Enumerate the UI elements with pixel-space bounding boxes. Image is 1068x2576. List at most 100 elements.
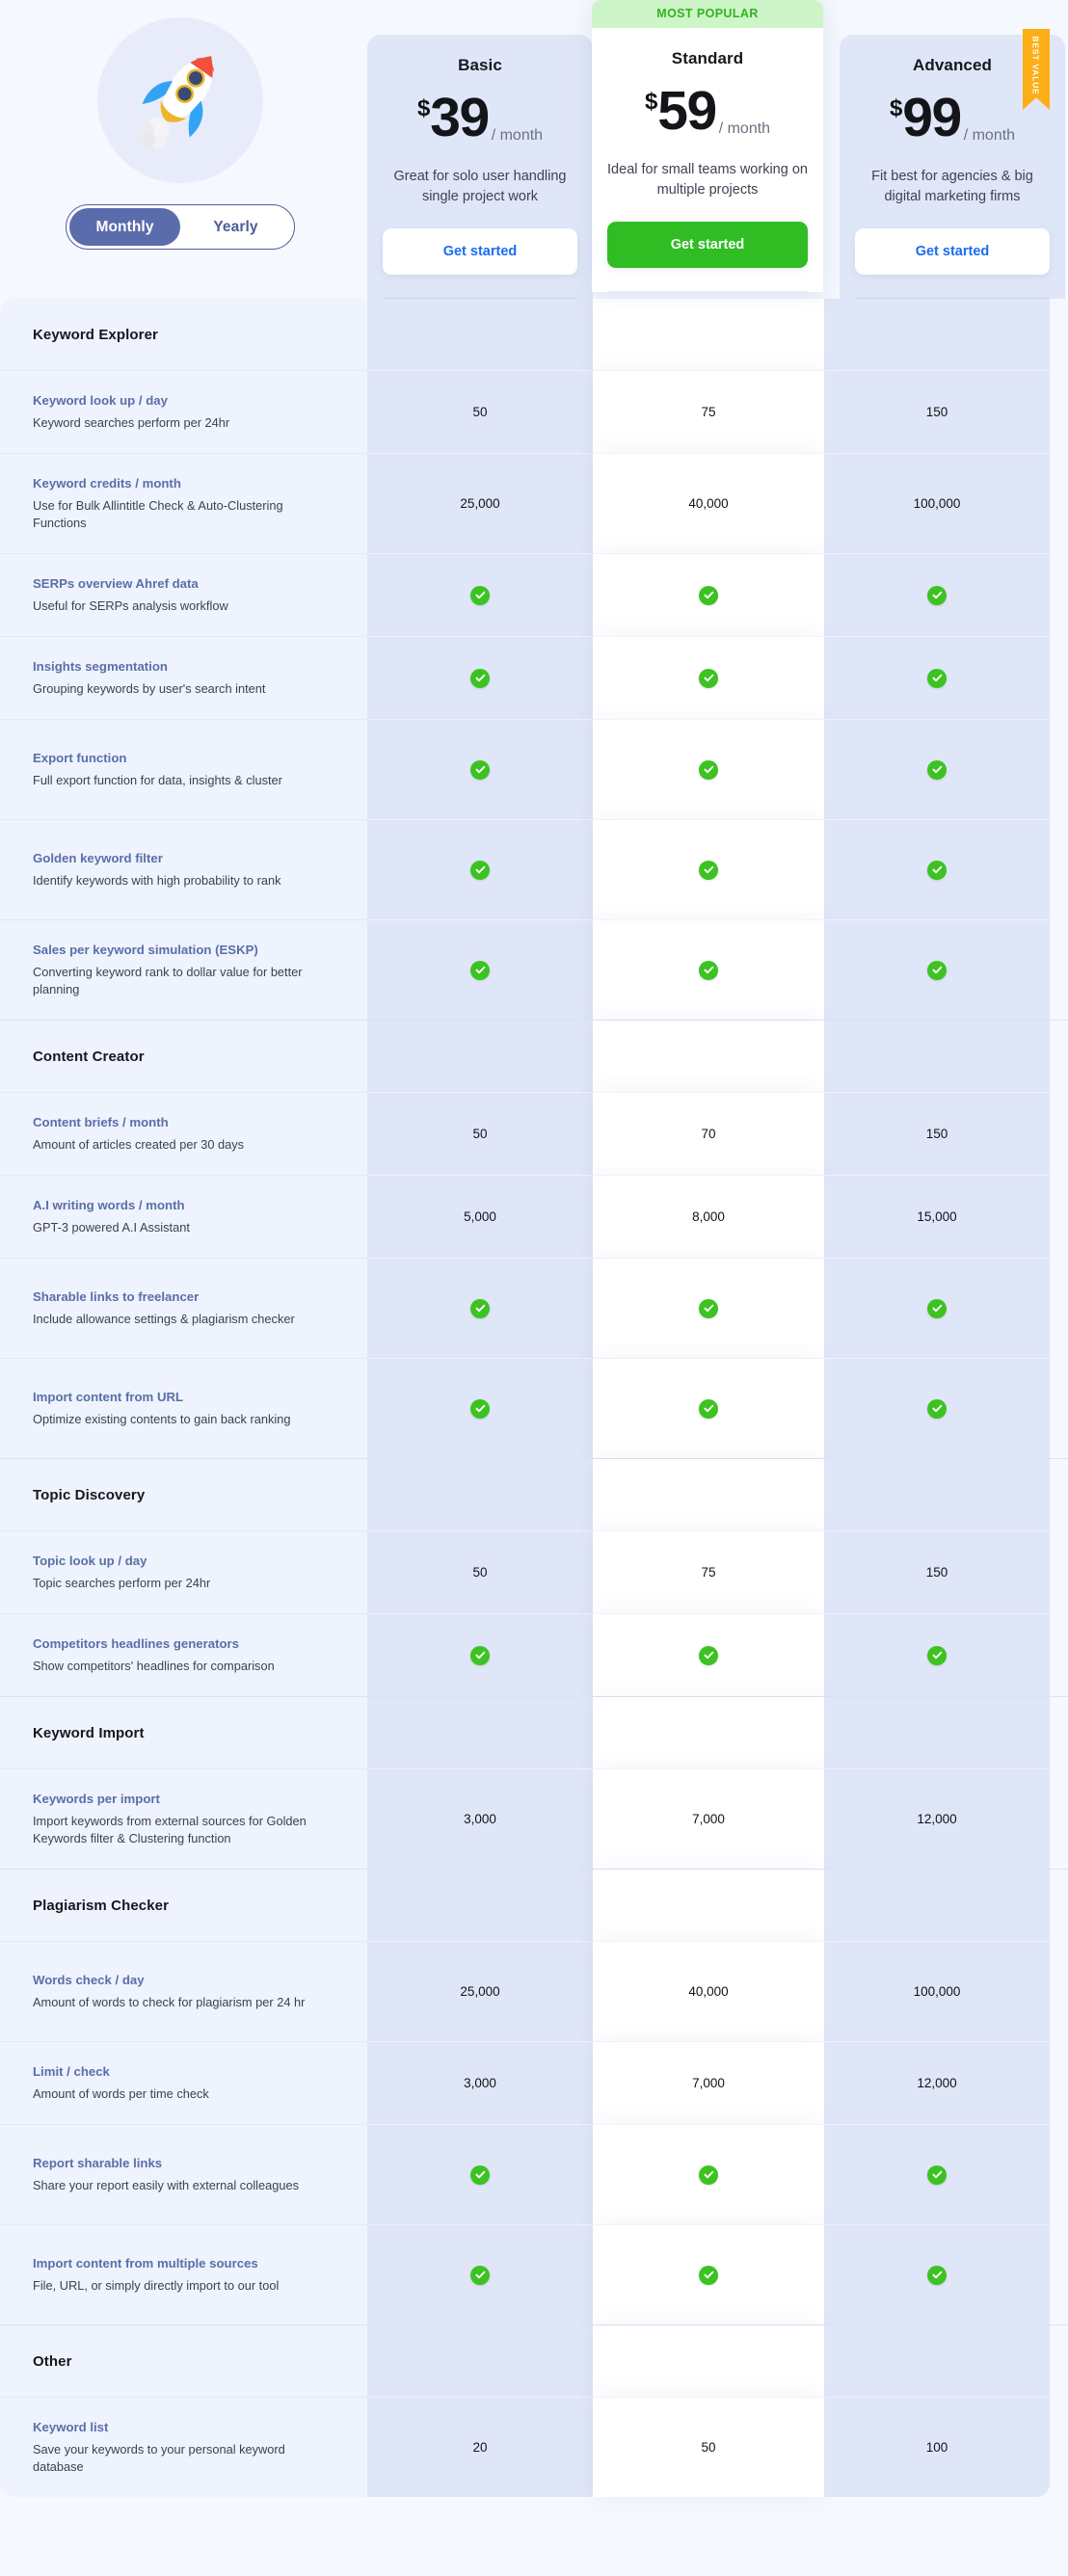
section-title: Content Creator	[33, 1048, 145, 1065]
feature-value-basic	[367, 819, 593, 919]
table-right-gutter	[1050, 1768, 1068, 1869]
get-started-button-standard[interactable]: Get started	[607, 222, 808, 268]
check-icon	[927, 960, 947, 980]
feature-value-basic: 50	[367, 1530, 593, 1613]
check-icon	[699, 2265, 718, 2285]
feature-name: Import content from multiple sources	[33, 2256, 258, 2271]
check-icon	[470, 2164, 490, 2185]
feature-name: Import content from URL	[33, 1390, 184, 1405]
feature-value-standard	[593, 919, 824, 1020]
plan-cell-standard	[593, 1870, 824, 1941]
feature-value-basic: 20	[367, 2397, 593, 2497]
feature-name: A.I writing words / month	[33, 1198, 185, 1213]
check-icon	[470, 960, 490, 980]
feature-name: Sharable links to freelancer	[33, 1289, 200, 1305]
check-icon	[699, 759, 718, 780]
feature-value: 50	[472, 405, 488, 419]
feature-value-basic	[367, 719, 593, 819]
feature-value-standard: 40,000	[593, 453, 824, 553]
feature-value-basic	[367, 553, 593, 636]
feature-value-advanced	[824, 553, 1050, 636]
feature-value-standard	[593, 1613, 824, 1696]
feature-value: 100,000	[913, 1984, 961, 1999]
feature-value: 40,000	[688, 1984, 729, 1999]
check-icon	[927, 1645, 947, 1665]
feature-value-advanced: 12,000	[824, 1768, 1050, 1869]
table-right-gutter	[1050, 2224, 1068, 2324]
get-started-button-basic[interactable]: Get started	[383, 228, 577, 275]
feature-label-cell: Limit / check Amount of words per time ch…	[0, 2041, 367, 2124]
table-right-gutter	[1050, 819, 1068, 919]
toggle-monthly-label: Monthly	[95, 218, 154, 235]
plan-cell-standard	[593, 1697, 824, 1768]
section-header-row: Plagiarism Checker	[0, 1870, 1068, 1941]
check-icon	[470, 585, 490, 605]
pricing-page: Monthly Yearly Basic $ 39 / month Great …	[0, 0, 1068, 2576]
table-right-gutter	[1050, 1941, 1068, 2041]
feature-value: 50	[472, 1565, 488, 1580]
billing-period-toggle[interactable]: Monthly Yearly	[66, 204, 295, 250]
section-title: Topic Discovery	[33, 1486, 146, 1503]
feature-value-basic	[367, 636, 593, 719]
feature-label-cell: A.I writing words / month GPT-3 powered A…	[0, 1175, 367, 1258]
table-right-gutter	[1050, 553, 1068, 636]
toggle-yearly[interactable]: Yearly	[180, 208, 291, 246]
check-icon	[699, 585, 718, 605]
feature-value: 8,000	[692, 1209, 725, 1224]
feature-value-standard: 7,000	[593, 1768, 824, 1869]
plan-cell-basic	[367, 1459, 593, 1530]
table-right-gutter	[1050, 2041, 1068, 2124]
feature-description: Show competitors' headlines for comparis…	[33, 1659, 275, 1674]
plan-cell-basic	[367, 2325, 593, 2397]
feature-name: Topic look up / day	[33, 1554, 147, 1569]
hero-left-panel: Monthly Yearly	[0, 0, 360, 299]
card-divider	[607, 291, 808, 292]
get-started-button-advanced[interactable]: Get started	[855, 228, 1050, 275]
feature-value-advanced: 100	[824, 2397, 1050, 2497]
best-value-label: BEST VALUE	[1031, 36, 1041, 95]
feature-label-cell: Report sharable links Share your report e…	[0, 2124, 367, 2224]
price-amount: 39	[430, 87, 490, 148]
section-title-cell: Other	[0, 2325, 367, 2397]
feature-description: Save your keywords to your personal keyw…	[33, 2441, 285, 2475]
check-icon	[470, 759, 490, 780]
plan-cell-advanced	[824, 299, 1050, 370]
most-popular-badge: MOST POPULAR	[592, 0, 823, 28]
table-right-gutter	[1050, 1258, 1068, 1358]
check-icon	[699, 2164, 718, 2185]
toggle-yearly-label: Yearly	[213, 218, 258, 235]
feature-value: 20	[472, 2440, 488, 2455]
check-icon	[699, 668, 718, 688]
price-period: / month	[718, 120, 771, 137]
check-icon	[699, 1298, 718, 1318]
plan-cell-advanced	[824, 1870, 1050, 1941]
feature-value-standard	[593, 553, 824, 636]
feature-row: A.I writing words / month GPT-3 powered A…	[0, 1175, 1068, 1258]
feature-value-basic: 50	[367, 1092, 593, 1175]
feature-name: Keyword list	[33, 2420, 109, 2435]
feature-description: Converting keyword rank to dollar value …	[33, 964, 303, 997]
feature-row: SERPs overview Ahref data Useful for SERP…	[0, 553, 1068, 636]
feature-value-advanced: 150	[824, 370, 1050, 453]
plan-cell-basic	[367, 1870, 593, 1941]
feature-description: Import keywords from external sources fo…	[33, 1813, 307, 1846]
feature-description: Keyword searches perform per 24hr	[33, 415, 230, 431]
feature-row: Insights segmentation Grouping keywords b…	[0, 636, 1068, 719]
feature-value-advanced: 15,000	[824, 1175, 1050, 1258]
feature-row: Limit / check Amount of words per time ch…	[0, 2041, 1068, 2124]
feature-value: 3,000	[464, 2076, 496, 2090]
feature-name: Insights segmentation	[33, 659, 168, 675]
feature-value-basic	[367, 2124, 593, 2224]
feature-value-basic: 50	[367, 370, 593, 453]
check-icon	[470, 668, 490, 688]
feature-description: Amount of words to check for plagiarism …	[33, 1995, 306, 2010]
feature-label-cell: Insights segmentation Grouping keywords b…	[0, 636, 367, 719]
feature-value-basic	[367, 1258, 593, 1358]
table-right-gutter	[1050, 1021, 1068, 1092]
toggle-monthly[interactable]: Monthly	[69, 208, 180, 246]
section-header-row: Topic Discovery	[0, 1459, 1068, 1530]
check-icon	[927, 668, 947, 688]
feature-value-standard	[593, 2224, 824, 2324]
feature-name: Report sharable links	[33, 2156, 163, 2171]
feature-row: Keyword look up / day Keyword searches pe…	[0, 370, 1068, 453]
